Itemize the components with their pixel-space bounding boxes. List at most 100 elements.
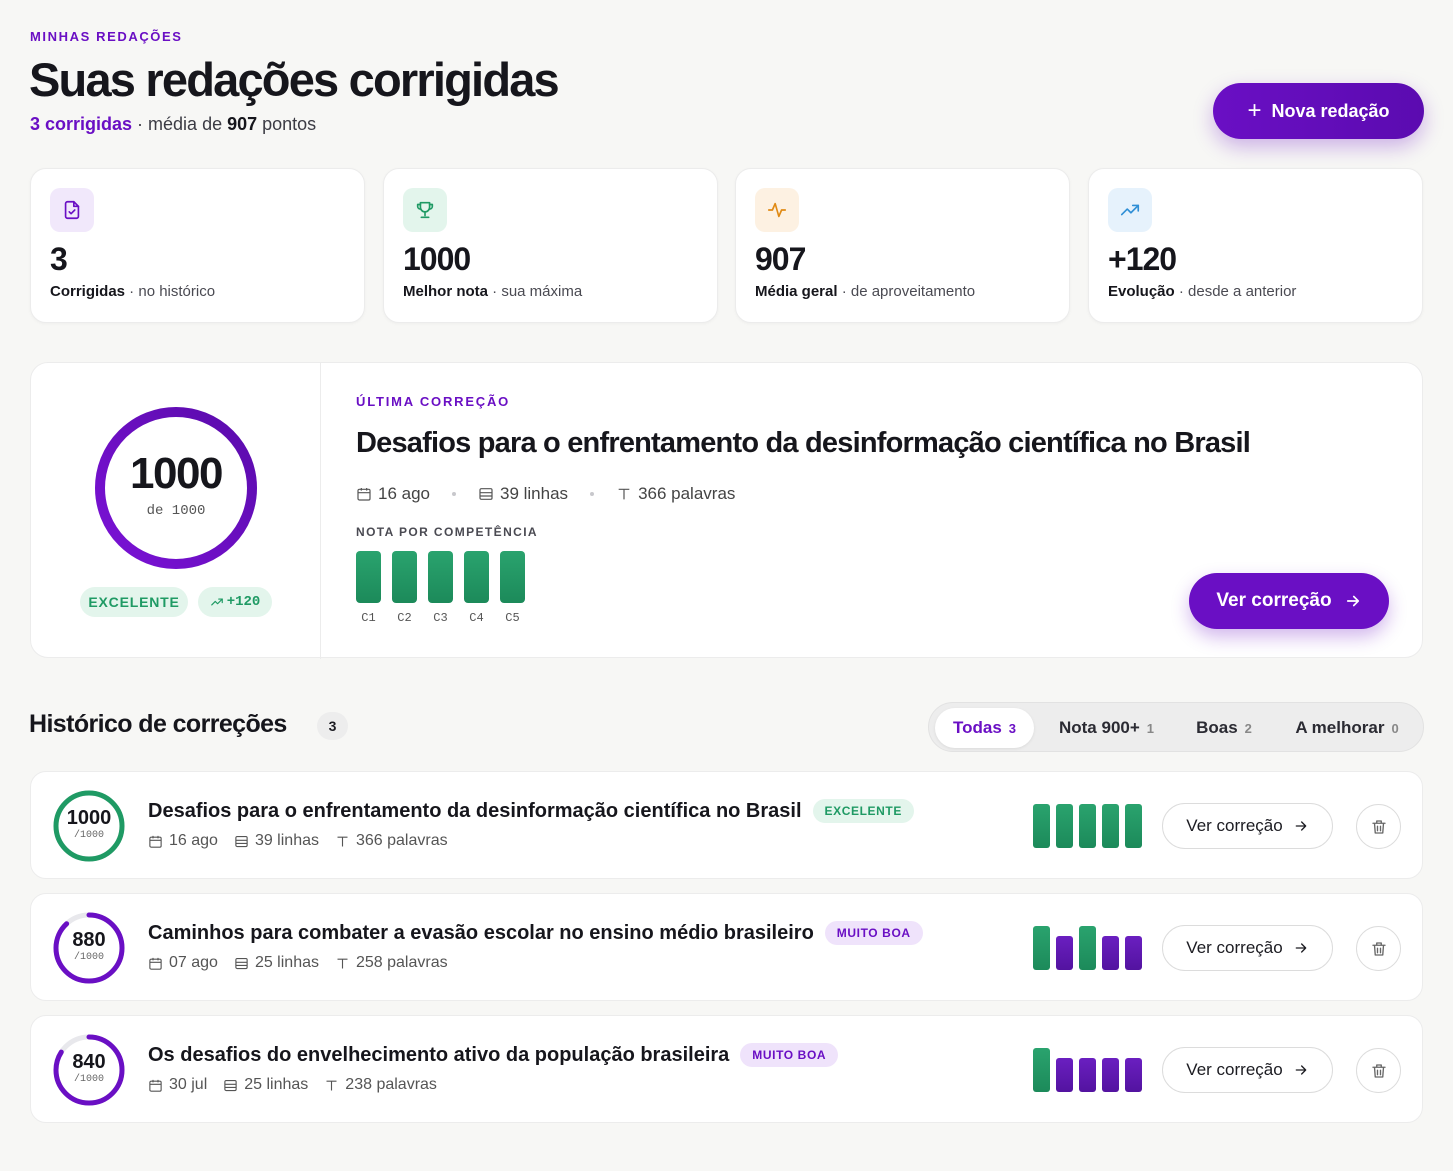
filter-nota-900[interactable]: Nota 900+ 1 bbox=[1044, 708, 1169, 748]
separator-dot bbox=[452, 492, 456, 496]
stat-label-rest: · no histórico bbox=[125, 283, 216, 300]
corrected-count: 3 corrigidas bbox=[30, 114, 133, 134]
stat-label: Média geral · de aproveitamento bbox=[755, 283, 975, 300]
row-words: 258 palavras bbox=[355, 954, 448, 971]
competence-bar-fill bbox=[428, 551, 453, 603]
competence-label: NOTA POR COMPETÊNCIA bbox=[356, 525, 539, 539]
page-eyebrow: MINHAS REDAÇÕES bbox=[30, 29, 183, 44]
calendar-icon bbox=[149, 1079, 162, 1092]
stat-card-best: 1000 Melhor nota · sua máxima bbox=[383, 168, 718, 323]
view-correction-button[interactable]: Ver correção bbox=[1162, 1047, 1333, 1093]
competence-bar-fill bbox=[392, 551, 417, 603]
competence-mini-bar-c2 bbox=[1056, 936, 1073, 970]
stat-card-average: 907 Média geral · de aproveitamento bbox=[735, 168, 1070, 323]
row-score-max: /1000 bbox=[73, 830, 104, 841]
competence-label-c5: C5 bbox=[505, 611, 520, 625]
stat-label-rest: · sua máxima bbox=[488, 283, 583, 300]
row-title-text: Os desafios do envelhecimento ativo da p… bbox=[148, 1043, 730, 1066]
latest-lines: 39 linhas bbox=[500, 484, 569, 503]
score-max: de 1000 bbox=[146, 503, 206, 519]
plus-icon: + bbox=[1247, 97, 1262, 124]
competence-mini-bar-c2 bbox=[1056, 804, 1073, 848]
competence-mini-bar-c1 bbox=[1033, 926, 1050, 970]
stat-label-rest: · desde a anterior bbox=[1174, 283, 1297, 300]
competence-mini-bar-c3 bbox=[1079, 1058, 1096, 1092]
view-button-label: Ver correção bbox=[1216, 590, 1332, 611]
row-words: 238 palavras bbox=[345, 1076, 437, 1093]
page-subtitle: 3 corrigidas · média de 907 pontos bbox=[30, 114, 316, 135]
view-latest-correction-button[interactable]: Ver correção bbox=[1189, 573, 1389, 629]
average-score: 907 bbox=[227, 114, 258, 134]
competence-bar-fill bbox=[464, 551, 489, 603]
trash-icon bbox=[1371, 819, 1386, 834]
lines-icon bbox=[479, 488, 493, 500]
stat-label-bold: Evolução bbox=[1108, 283, 1175, 300]
competence-mini-bar-c2 bbox=[1056, 1058, 1073, 1092]
competence-label-c2: C2 bbox=[397, 611, 412, 625]
filter-todas[interactable]: Todas 3 bbox=[935, 708, 1034, 748]
arrow-right-icon bbox=[1295, 943, 1307, 953]
row-meta: 30 jul 25 linhas 238 palavras bbox=[148, 1076, 437, 1094]
competence-bar-c1: C1 bbox=[356, 551, 381, 625]
row-meta: 07 ago 25 linhas 258 palavras bbox=[148, 954, 448, 972]
stat-card-evolution: +120 Evolução · desde a anterior bbox=[1088, 168, 1423, 323]
stat-value: 3 bbox=[50, 241, 68, 277]
view-button-label: Ver correção bbox=[1186, 1060, 1283, 1079]
competence-mini-bar-c5 bbox=[1125, 804, 1142, 848]
competence-mini-bar-c4 bbox=[1102, 936, 1119, 970]
page-title: Suas redações corrigidas bbox=[29, 53, 560, 106]
stat-label-rest: · de aproveitamento bbox=[837, 283, 976, 300]
competence-mini-bar-c4 bbox=[1102, 1058, 1119, 1092]
delete-button[interactable] bbox=[1356, 926, 1401, 971]
lines-icon bbox=[235, 835, 248, 847]
competence-bars: C1 C2 C3 C4 C5 bbox=[356, 551, 525, 625]
filter-count: 2 bbox=[1244, 720, 1252, 736]
trophy-icon bbox=[403, 188, 447, 232]
delta-value: +120 bbox=[226, 594, 261, 610]
text-icon bbox=[618, 488, 630, 500]
separator-dot bbox=[590, 492, 595, 496]
latest-date: 16 ago bbox=[378, 484, 430, 503]
stat-label-bold: Melhor nota bbox=[403, 283, 488, 300]
subtitle-text-end: pontos bbox=[257, 114, 317, 134]
score-ring: 840 /1000 bbox=[52, 1033, 126, 1107]
latest-title: Desafios para o enfrentamento da desinfo… bbox=[356, 427, 1251, 459]
latest-correction-card: 1000 de 1000 EXCELENTE +120 ÚLTIMA CORRE… bbox=[30, 362, 1423, 659]
score-ring: 1000 /1000 bbox=[52, 789, 126, 863]
score-ring: 1000 de 1000 bbox=[93, 405, 259, 571]
row-title: Caminhos para combater a evasão escolar … bbox=[148, 921, 923, 945]
filter-a-melhorar[interactable]: A melhorar 0 bbox=[1279, 708, 1415, 748]
filter-count: 1 bbox=[1146, 720, 1155, 736]
stat-label: Corrigidas · no histórico bbox=[50, 283, 215, 300]
view-correction-button[interactable]: Ver correção bbox=[1162, 925, 1333, 971]
row-lines: 39 linhas bbox=[254, 832, 319, 849]
row-lines: 25 linhas bbox=[244, 1076, 309, 1093]
competence-label-c1: C1 bbox=[361, 611, 376, 625]
competence-mini-bar-c4 bbox=[1102, 804, 1119, 848]
calendar-icon bbox=[149, 835, 162, 848]
arrow-right-icon bbox=[1346, 595, 1359, 607]
subtitle-text: · média de bbox=[132, 114, 228, 134]
stat-value: 1000 bbox=[403, 241, 471, 277]
delete-button[interactable] bbox=[1356, 804, 1401, 849]
row-score-max: /1000 bbox=[73, 952, 104, 963]
new-essay-button[interactable]: + Nova redação bbox=[1213, 83, 1424, 139]
trending-up-icon bbox=[210, 598, 223, 606]
calendar-icon bbox=[149, 957, 162, 970]
competence-mini-bars bbox=[1033, 1048, 1142, 1092]
row-score: 1000 bbox=[66, 807, 112, 829]
filter-label: Boas bbox=[1196, 718, 1238, 737]
text-icon bbox=[337, 958, 348, 968]
filter-boas[interactable]: Boas 2 bbox=[1179, 708, 1269, 748]
row-words: 366 palavras bbox=[355, 832, 448, 849]
row-score: 880 bbox=[72, 929, 106, 951]
history-row[interactable]: 1000 /1000 Desafios para o enfrentamento… bbox=[30, 771, 1423, 879]
view-correction-button[interactable]: Ver correção bbox=[1162, 803, 1333, 849]
arrow-right-icon bbox=[1295, 821, 1307, 831]
competence-mini-bars bbox=[1033, 804, 1142, 848]
history-row[interactable]: 840 /1000 Os desafios do envelhecimento … bbox=[30, 1015, 1423, 1123]
competence-mini-bar-c5 bbox=[1125, 936, 1142, 970]
competence-bar-fill bbox=[356, 551, 381, 603]
history-row[interactable]: 880 /1000 Caminhos para combater a evasã… bbox=[30, 893, 1423, 1001]
delete-button[interactable] bbox=[1356, 1048, 1401, 1093]
